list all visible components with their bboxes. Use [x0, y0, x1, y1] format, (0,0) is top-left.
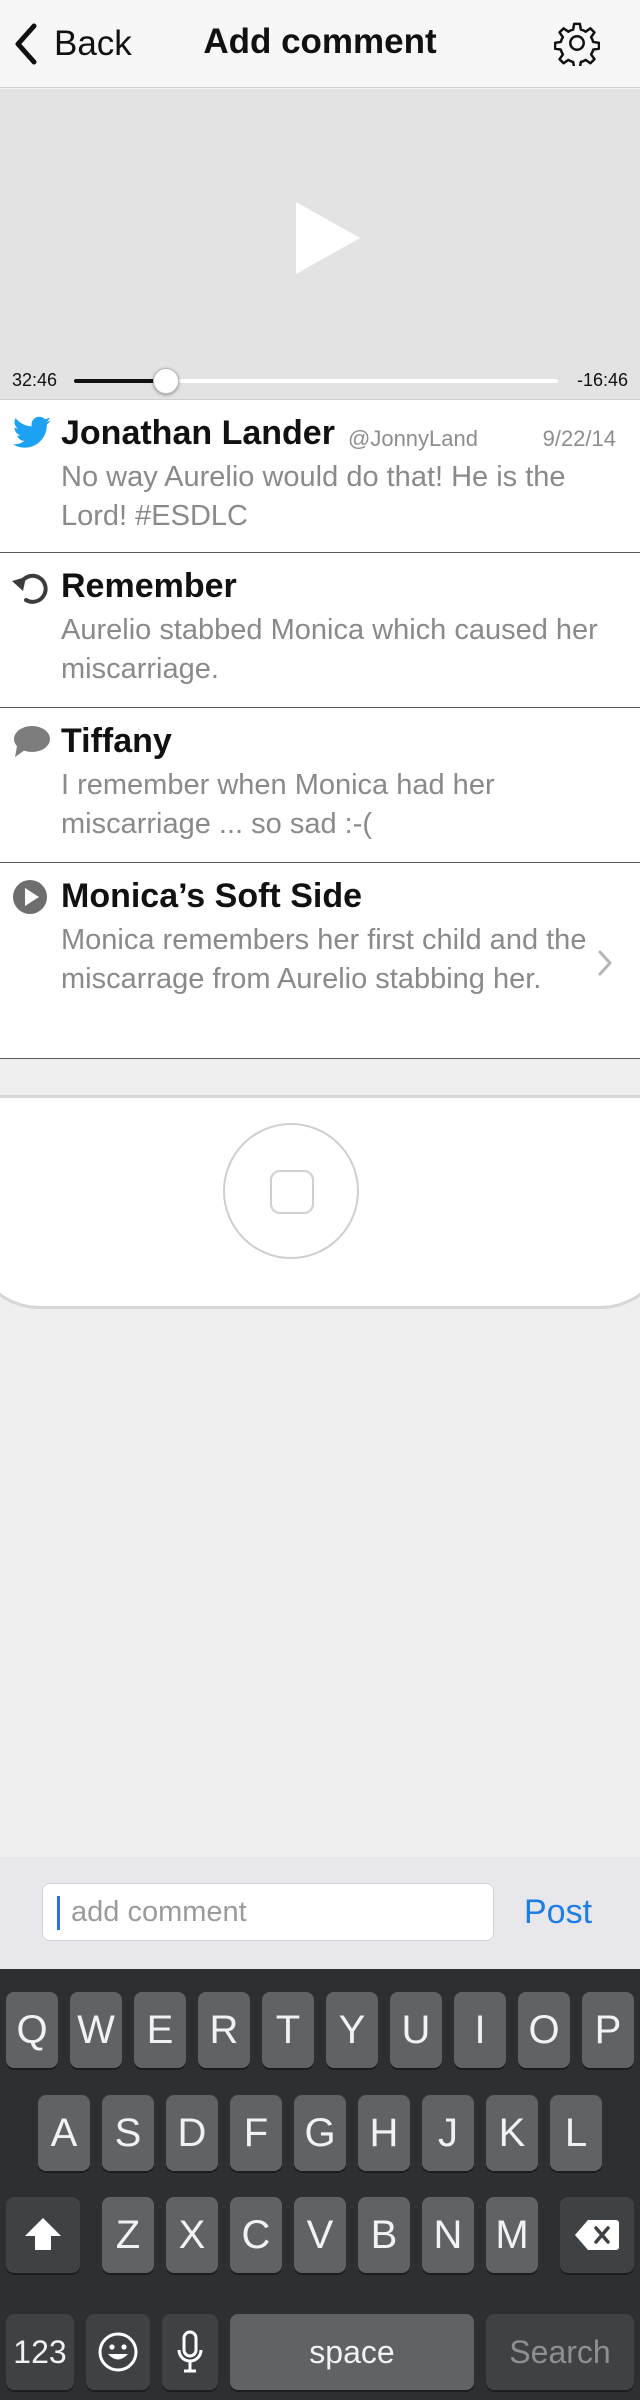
comment-text: Monica remembers her first child and the… [61, 924, 587, 995]
emoji-key[interactable] [86, 2314, 150, 2390]
key-k[interactable]: K [486, 2095, 538, 2171]
comment-text: I remember when Monica had her miscarria… [61, 769, 495, 840]
key-l[interactable]: L [550, 2095, 602, 2171]
comment-author: Jonathan Lander [61, 414, 335, 452]
key-o[interactable]: O [518, 1992, 570, 2068]
key-b[interactable]: B [358, 2197, 410, 2273]
list-item[interactable]: Tiffany I remember when Monica had her m… [0, 707, 640, 862]
key-s[interactable]: S [102, 2095, 154, 2171]
comment-date: 9/22/14 [542, 426, 616, 451]
comment-list: Jonathan Lander @JonnyLand 9/22/14 No wa… [0, 399, 640, 1059]
delete-key[interactable] [560, 2197, 634, 2273]
key-d[interactable]: D [166, 2095, 218, 2171]
key-r[interactable]: R [198, 1992, 250, 2068]
key-e[interactable]: E [134, 1992, 186, 2068]
comment-text: No way Aurelio would do that! He is the … [61, 461, 566, 532]
key-t[interactable]: T [262, 1992, 314, 2068]
emoji-icon [98, 2332, 138, 2372]
key-j[interactable]: J [422, 2095, 474, 2171]
key-v[interactable]: V [294, 2197, 346, 2273]
elapsed-time: 32:46 [12, 370, 58, 390]
shift-arrow-icon [25, 2218, 61, 2250]
comment-bar: Post [0, 1857, 640, 1969]
home-square-icon [270, 1170, 314, 1214]
comment-handle: @JonnyLand [348, 426, 478, 451]
twitter-bird-icon [12, 416, 51, 448]
numbers-key[interactable]: 123 [6, 2314, 74, 2390]
key-g[interactable]: G [294, 2095, 346, 2171]
comment-author: Remember [61, 567, 237, 605]
post-button[interactable]: Post [524, 1893, 592, 1932]
list-item[interactable]: Jonathan Lander @JonnyLand 9/22/14 No wa… [0, 399, 640, 552]
comment-input[interactable] [42, 1883, 494, 1941]
video-player[interactable]: 32:46 -16:46 [0, 89, 640, 399]
backspace-icon [575, 2220, 619, 2250]
comment-author: Monica’s Soft Side [61, 877, 363, 915]
microphone-icon [177, 2330, 203, 2373]
scrubber-thumb[interactable] [152, 368, 179, 394]
key-p[interactable]: P [582, 1992, 634, 2068]
speech-bubble-icon [14, 726, 50, 757]
back-button[interactable]: Back [12, 20, 132, 68]
chevron-left-icon [15, 23, 37, 65]
key-m[interactable]: M [486, 2197, 538, 2273]
chevron-right-icon [598, 950, 612, 976]
key-w[interactable]: W [70, 1992, 122, 2068]
undo-arrow-icon [12, 573, 48, 604]
key-u[interactable]: U [390, 1992, 442, 2068]
navigation-bar: Back Add comment [0, 0, 640, 88]
key-i[interactable]: I [454, 1992, 506, 2068]
home-button[interactable] [223, 1123, 359, 1259]
play-circle-icon [13, 880, 47, 914]
list-item[interactable]: Remember Aurelio stabbed Monica which ca… [0, 552, 640, 707]
key-a[interactable]: A [38, 2095, 90, 2171]
remaining-time: -16:46 [576, 370, 628, 390]
comment-author: Tiffany [61, 722, 172, 760]
gear-icon[interactable] [554, 20, 600, 66]
play-icon[interactable] [294, 202, 360, 274]
key-z[interactable]: Z [102, 2197, 154, 2273]
key-q[interactable]: Q [6, 1992, 58, 2068]
shift-key[interactable] [6, 2197, 80, 2273]
search-key[interactable]: Search [486, 2314, 634, 2390]
key-n[interactable]: N [422, 2197, 474, 2273]
list-item[interactable]: Monica’s Soft Side Monica remembers her … [0, 862, 640, 1059]
scrubber-track[interactable] [74, 379, 558, 383]
comment-text: Aurelio stabbed Monica which caused her … [61, 614, 598, 685]
key-c[interactable]: C [230, 2197, 282, 2273]
space-key[interactable]: space [230, 2314, 474, 2390]
key-y[interactable]: Y [326, 1992, 378, 2068]
key-h[interactable]: H [358, 2095, 410, 2171]
text-caret [57, 1896, 60, 1930]
keyboard: Q W E R T Y U I O P A S D F G H J K L Z … [0, 1969, 640, 2400]
key-x[interactable]: X [166, 2197, 218, 2273]
back-label: Back [54, 24, 132, 63]
microphone-key[interactable] [162, 2314, 218, 2390]
device-bezel [0, 1095, 640, 1309]
key-f[interactable]: F [230, 2095, 282, 2171]
